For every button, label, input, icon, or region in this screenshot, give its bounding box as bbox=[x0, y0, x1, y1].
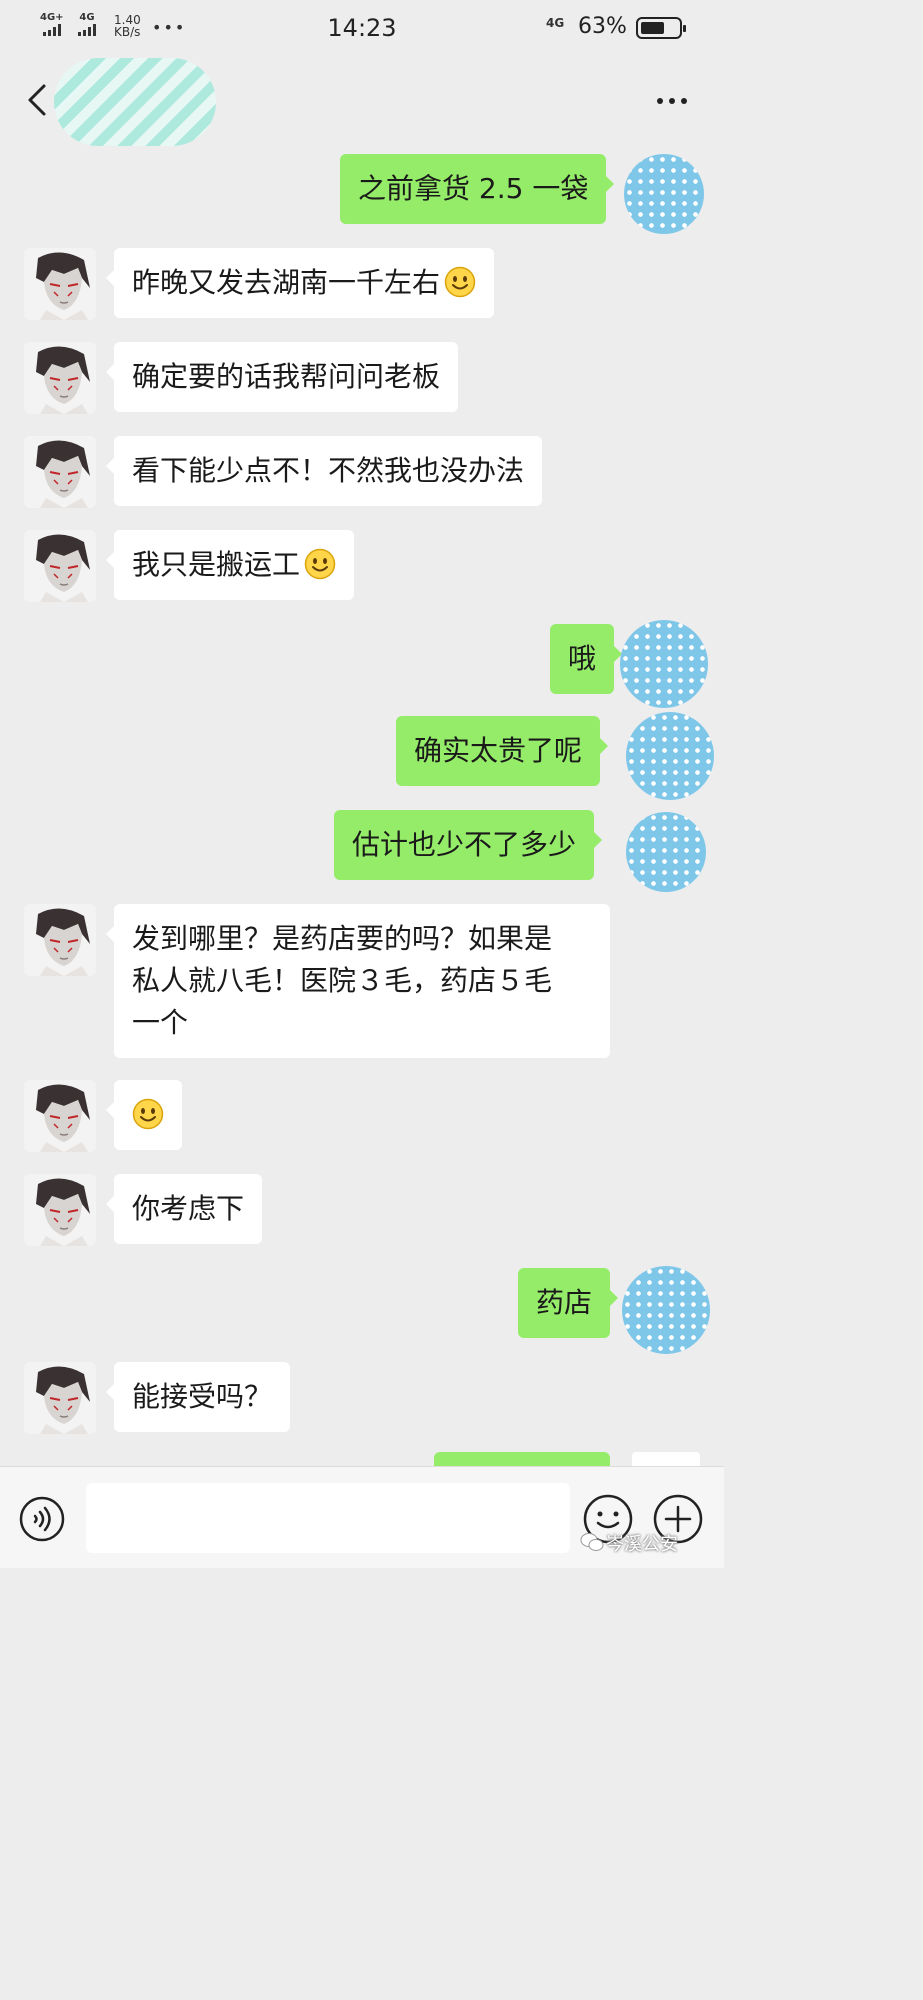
contact-name-redacted bbox=[54, 58, 216, 146]
smile-emoji-icon bbox=[132, 1098, 164, 1130]
more-horizontal-icon bbox=[657, 98, 687, 104]
message-bubble-received[interactable]: 你考虑下 bbox=[105, 1174, 263, 1244]
message-bubble-sent[interactable]: 之前拿货 2.5 一袋 bbox=[340, 154, 615, 224]
network-type-label: 4G bbox=[546, 16, 565, 30]
message-bubble-received[interactable]: 能接受吗？ bbox=[105, 1362, 291, 1432]
contact-avatar[interactable] bbox=[24, 1080, 96, 1152]
message-bubble-received[interactable]: 我只是搬运工 bbox=[105, 530, 355, 600]
message-bubble-received[interactable] bbox=[106, 1080, 182, 1150]
more-button[interactable] bbox=[652, 86, 692, 116]
message-bubble-received[interactable]: 发到哪里？是药店要的吗？如果是 私人就八毛！医院３毛，药店５毛 一个 bbox=[106, 904, 610, 1058]
my-avatar[interactable] bbox=[620, 620, 708, 708]
message-bubble-received[interactable]: 昨晚又发去湖南一千左右 bbox=[105, 248, 495, 318]
message-line: 一个 bbox=[132, 1006, 189, 1039]
message-bubble-sent[interactable]: 确实太贵了呢 bbox=[396, 716, 609, 786]
battery-fill bbox=[641, 22, 664, 34]
contact-avatar[interactable] bbox=[24, 1174, 96, 1246]
my-avatar[interactable] bbox=[626, 712, 714, 800]
message-text: 我只是搬运工 bbox=[132, 548, 301, 581]
smile-emoji-icon bbox=[444, 266, 476, 298]
my-avatar[interactable] bbox=[626, 812, 706, 892]
contact-avatar[interactable] bbox=[24, 530, 96, 602]
message-bubble-received[interactable]: 看下能少点不！不然我也没办法 bbox=[105, 436, 543, 506]
message-bubble-sent[interactable]: 估计也少不了多少 bbox=[334, 810, 603, 880]
message-line: 私人就八毛！医院３毛，药店５毛 bbox=[132, 964, 553, 997]
message-bubble-received[interactable]: 确定要的话我帮问问老板 bbox=[105, 342, 459, 412]
message-bubble-sent[interactable]: 哦 bbox=[550, 624, 623, 694]
wechat-logo-icon bbox=[580, 1533, 604, 1551]
battery-percentage: 63% bbox=[578, 14, 627, 39]
chat-header bbox=[0, 56, 724, 146]
message-line: 发到哪里？是药店要的吗？如果是 bbox=[132, 922, 553, 955]
contact-avatar[interactable] bbox=[24, 248, 96, 320]
contact-avatar[interactable] bbox=[24, 904, 96, 976]
contact-avatar[interactable] bbox=[24, 342, 96, 414]
smile-emoji-icon bbox=[304, 548, 336, 580]
message-bubble-sent[interactable]: 药店 bbox=[518, 1268, 619, 1338]
battery-icon bbox=[636, 17, 686, 39]
voice-button[interactable] bbox=[18, 1495, 66, 1543]
back-button[interactable] bbox=[18, 78, 58, 122]
my-avatar[interactable] bbox=[624, 154, 704, 234]
voice-icon bbox=[19, 1496, 65, 1542]
message-input[interactable] bbox=[86, 1483, 570, 1553]
contact-avatar[interactable] bbox=[24, 1362, 96, 1434]
message-text: 昨晚又发去湖南一千左右 bbox=[132, 266, 441, 299]
watermark-text: 岑溪公安 bbox=[606, 1534, 678, 1555]
status-bar: 4G+ 4G 1.40 KB/s ••• 14:23 4G 63% bbox=[0, 0, 724, 56]
chevron-left-icon bbox=[28, 84, 46, 116]
my-avatar[interactable] bbox=[622, 1266, 710, 1354]
contact-avatar[interactable] bbox=[24, 436, 96, 508]
